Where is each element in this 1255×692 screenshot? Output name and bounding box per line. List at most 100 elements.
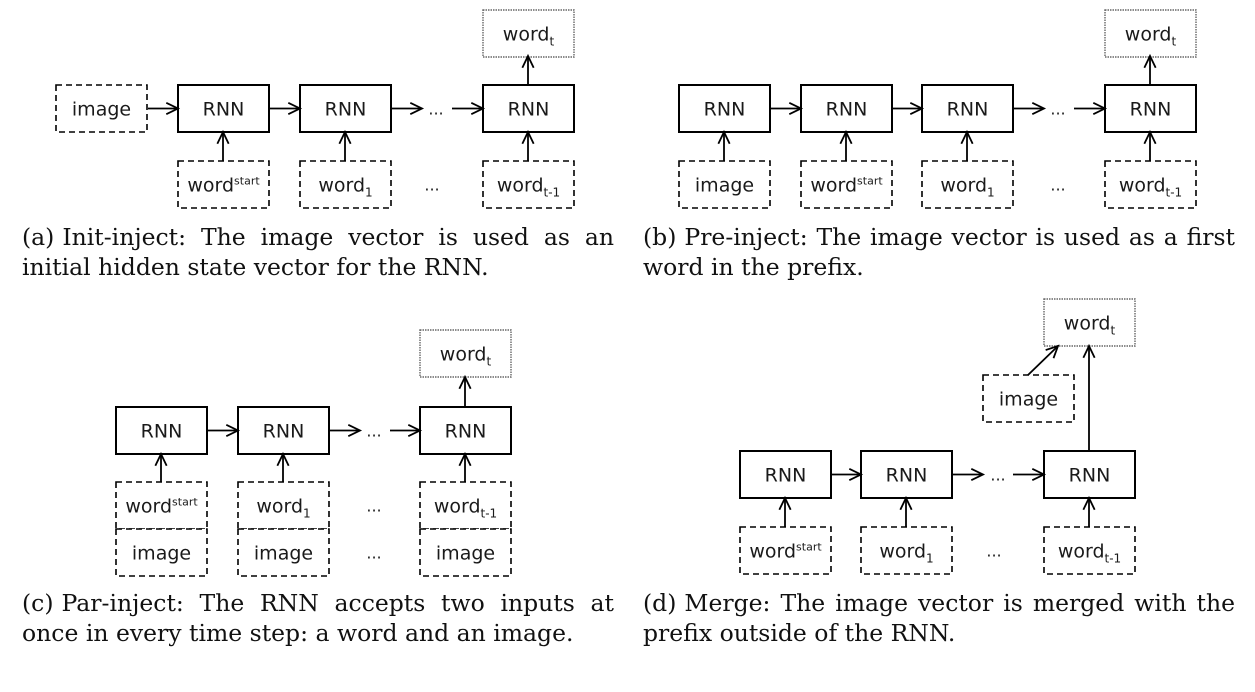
- rnn-node: RNN: [237, 406, 330, 455]
- rnn-node: RNN: [115, 406, 208, 455]
- caption-tag: (a): [22, 223, 55, 251]
- node-label: image: [999, 389, 1058, 411]
- ellipsis: ...: [986, 542, 1001, 561]
- arrow: [839, 129, 853, 161]
- rnn-node: RNN: [177, 84, 270, 133]
- arrow: [207, 424, 241, 437]
- input-image: image: [237, 528, 330, 577]
- input-word-1: word1: [860, 526, 953, 575]
- node-label: RNN: [325, 99, 367, 121]
- ellipsis: ...: [424, 176, 439, 195]
- input-word-t-1: wordt-1: [1104, 160, 1197, 209]
- arrow: [216, 129, 230, 161]
- node-label: wordt: [440, 344, 492, 369]
- input-word-start: wordstart: [115, 481, 208, 530]
- arrow: [521, 129, 535, 161]
- node-label: RNN: [886, 465, 928, 487]
- arrow: [458, 374, 472, 407]
- merge-image: image: [982, 374, 1075, 423]
- caption-text: Par-inject: The RNN accepts two inputs a…: [22, 589, 614, 647]
- rnn-node: RNN: [921, 84, 1014, 133]
- ellipsis: ...: [990, 466, 1005, 485]
- node-label: RNN: [263, 421, 305, 443]
- node-label: image: [436, 543, 495, 565]
- input-image: image: [678, 160, 771, 209]
- node-label: RNN: [704, 99, 746, 121]
- node-label: RNN: [947, 99, 989, 121]
- node-label: wordt: [503, 24, 555, 49]
- output-word-t: wordt: [1104, 9, 1197, 58]
- caption-a: (a) Init-inject: The image vector is used…: [22, 222, 614, 282]
- image-node: image: [55, 84, 148, 133]
- arrow: [1074, 102, 1108, 115]
- ellipsis: ...: [428, 100, 443, 119]
- input-word-t-1: wordt-1: [1043, 526, 1136, 575]
- rnn-node: RNN: [800, 84, 893, 133]
- arrow: [1143, 53, 1157, 85]
- ellipsis: ...: [366, 422, 381, 441]
- arrow: [831, 468, 864, 481]
- input-word-1: word1: [299, 160, 392, 209]
- caption-tag: (c): [22, 589, 54, 617]
- input-word-start: wordstart: [177, 160, 270, 209]
- rnn-node: RNN: [419, 406, 512, 455]
- arrow: [1027, 344, 1060, 376]
- arrow: [1143, 129, 1157, 161]
- caption-tag: (b): [643, 223, 677, 251]
- arrow: [717, 129, 731, 161]
- ellipsis: ...: [366, 497, 381, 516]
- panel-b-pre-inject: RNN RNN RNN RNN wordt image wordstart word1 word…: [678, 9, 1197, 209]
- arrow: [892, 102, 925, 115]
- node-label: RNN: [141, 421, 183, 443]
- rnn-node: RNN: [1104, 84, 1197, 133]
- node-label: word1: [256, 496, 310, 521]
- rnn-node: RNN: [678, 84, 771, 133]
- node-label: word1: [879, 541, 933, 566]
- node-label: image: [254, 543, 313, 565]
- ellipsis: ...: [1050, 176, 1065, 195]
- arrow: [960, 129, 974, 161]
- caption-b: (b) Pre-inject: The image vector is used …: [643, 222, 1235, 282]
- arrow: [458, 451, 472, 482]
- caption-text: Merge: The image vector is merged with t…: [643, 589, 1235, 647]
- output-word-t: wordt: [482, 9, 575, 58]
- node-label: wordt: [1064, 313, 1116, 338]
- node-label: RNN: [826, 99, 868, 121]
- node-label: word1: [940, 175, 994, 200]
- node-label: RNN: [508, 99, 550, 121]
- arrow: [778, 495, 792, 527]
- node-label: RNN: [1069, 465, 1111, 487]
- node-label: RNN: [1130, 99, 1172, 121]
- input-word-1: word1: [921, 160, 1014, 209]
- arrow: [148, 102, 181, 115]
- input-image: image: [419, 528, 512, 577]
- node-label: wordt: [1125, 24, 1177, 49]
- node-label: image: [132, 543, 191, 565]
- caption-text: Pre-inject: The image vector is used as …: [643, 223, 1235, 281]
- caption-c: (c) Par-inject: The RNN accepts two input…: [22, 588, 614, 648]
- arrow: [1082, 343, 1096, 451]
- rnn-node: RNN: [482, 84, 575, 133]
- input-image: image: [115, 528, 208, 577]
- arrow: [1013, 102, 1047, 115]
- arrow: [338, 129, 352, 161]
- panel-c-par-inject: RNN RNN RNN wordt wordstart word1 wordt-1 image…: [115, 329, 512, 577]
- ellipsis: ...: [1050, 100, 1065, 119]
- input-word-t-1: wordt-1: [482, 160, 575, 209]
- arrow: [154, 451, 168, 482]
- node-label: RNN: [203, 99, 245, 121]
- node-label: RNN: [765, 465, 807, 487]
- input-word-1: word1: [237, 481, 330, 530]
- caption-tag: (d): [643, 589, 677, 617]
- arrow: [329, 424, 363, 437]
- input-word-start: wordstart: [739, 526, 832, 575]
- arrow: [269, 102, 303, 115]
- arrow: [391, 102, 425, 115]
- input-word-start: wordstart: [800, 160, 893, 209]
- rnn-node: RNN: [1043, 450, 1136, 499]
- arrow: [1082, 495, 1096, 527]
- arrow: [390, 424, 423, 437]
- rnn-node: RNN: [739, 450, 832, 499]
- arrow: [1013, 468, 1047, 481]
- arrow: [952, 468, 986, 481]
